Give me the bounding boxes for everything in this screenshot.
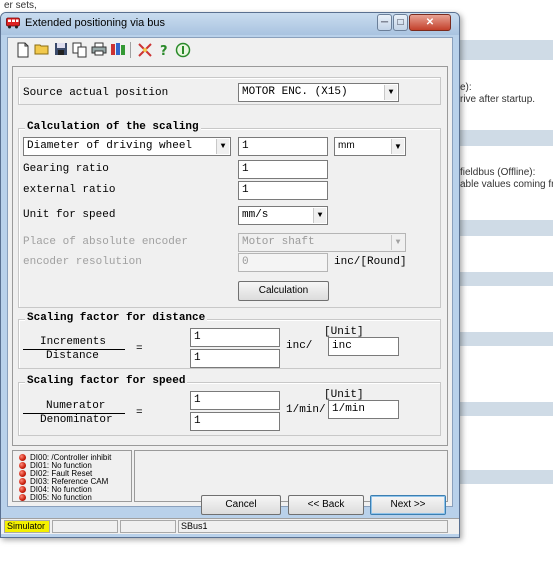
scaling-group-title: Calculation of the scaling xyxy=(25,121,201,133)
svg-text:?: ? xyxy=(160,44,168,58)
gearing-label: Gearing ratio xyxy=(23,163,109,175)
distance-equals: = xyxy=(136,343,143,355)
digital-inputs-panel: DI00: /Controller inhibit DI01: No funct… xyxy=(12,450,132,502)
close-button[interactable]: ✕ xyxy=(409,14,451,31)
distance-unit-prefix: inc/ xyxy=(286,340,313,352)
speed-unit-label: Unit for speed xyxy=(23,209,116,221)
new-document-icon[interactable] xyxy=(14,41,32,59)
speed-denominator-field[interactable]: 1 xyxy=(190,412,280,431)
encoder-res-label: encoder resolution xyxy=(23,256,142,268)
digital-input-label: DI05: No function xyxy=(30,493,92,502)
abs-encoder-value: Motor shaft xyxy=(242,236,315,248)
tools-icon[interactable] xyxy=(136,41,154,59)
status-bar: Simulator SBus1 xyxy=(1,518,459,534)
chevron-down-icon: ▼ xyxy=(216,139,229,154)
speed-denominator-label: Denominator xyxy=(40,414,113,426)
toolbar: ? xyxy=(8,38,452,62)
distance-numerator-label: Increments xyxy=(40,336,107,348)
open-folder-icon[interactable] xyxy=(33,41,51,59)
back-button[interactable]: << Back xyxy=(288,495,364,515)
speed-unit-select[interactable]: mm/s ▼ xyxy=(238,206,328,225)
digital-input-row: DI05: No function xyxy=(19,493,92,502)
background-band xyxy=(455,470,553,484)
distance-denominator-field[interactable]: 1 xyxy=(190,349,280,368)
diameter-select-value: Diameter of driving wheel xyxy=(27,140,193,152)
speed-group-title: Scaling factor for speed xyxy=(25,375,188,387)
chevron-down-icon: ▼ xyxy=(384,85,397,100)
source-select[interactable]: MOTOR ENC. (X15) ▼ xyxy=(238,83,399,102)
chevron-down-icon: ▼ xyxy=(391,139,404,154)
background-band xyxy=(455,220,553,236)
bus-icon xyxy=(6,17,20,29)
help-icon[interactable]: ? xyxy=(155,41,173,59)
abs-encoder-select[interactable]: Motor shaft ▼ xyxy=(238,233,406,252)
red-led-icon xyxy=(19,493,26,501)
simulator-status: Simulator xyxy=(4,520,50,533)
diameter-field[interactable]: 1 xyxy=(238,137,328,156)
external-label: external ratio xyxy=(23,184,116,196)
books-icon[interactable] xyxy=(109,41,127,59)
red-led-icon xyxy=(19,477,26,485)
background-text: e): xyxy=(460,82,472,93)
diameter-unit-select[interactable]: mm ▼ xyxy=(334,137,406,156)
external-field[interactable]: 1 xyxy=(238,181,328,200)
status-cell-empty xyxy=(120,520,176,533)
background-band xyxy=(455,130,553,146)
abs-encoder-label: Place of absolute encoder xyxy=(23,236,189,248)
window-client-area: ? Source actual position MOTOR ENC. (X15… xyxy=(7,37,453,507)
background-band xyxy=(455,402,553,416)
window-title: Extended positioning via bus xyxy=(25,17,166,29)
speed-unit-value: mm/s xyxy=(242,209,269,221)
toolbar-separator xyxy=(130,42,131,58)
distance-unit-field[interactable]: inc xyxy=(328,337,399,356)
background-text: rive after startup. xyxy=(460,94,536,105)
print-icon[interactable] xyxy=(90,41,108,59)
diameter-unit-value: mm xyxy=(338,140,355,151)
calculation-button[interactable]: Calculation xyxy=(238,281,329,301)
chevron-down-icon: ▼ xyxy=(391,235,404,250)
cancel-button[interactable]: Cancel xyxy=(201,495,281,515)
red-led-icon xyxy=(19,453,26,461)
speed-unit-field[interactable]: 1/min xyxy=(328,400,399,419)
encoder-res-unit: inc/[Round] xyxy=(334,256,407,268)
background-band xyxy=(455,272,553,286)
encoder-res-field[interactable]: 0 xyxy=(238,253,328,272)
background-band xyxy=(455,40,553,60)
distance-denominator-label: Distance xyxy=(46,350,99,362)
red-led-icon xyxy=(19,469,26,477)
chevron-down-icon: ▼ xyxy=(313,208,326,223)
source-select-value: MOTOR ENC. (X15) xyxy=(242,86,348,98)
bus-status: SBus1 xyxy=(178,520,448,533)
distance-group-title: Scaling factor for distance xyxy=(25,312,208,324)
info-icon[interactable] xyxy=(174,41,192,59)
speed-equals: = xyxy=(136,407,143,419)
title-bar[interactable]: Extended positioning via bus ─ □ ✕ xyxy=(1,13,459,35)
gearing-field[interactable]: 1 xyxy=(238,160,328,179)
speed-numerator-label: Numerator xyxy=(46,400,106,412)
copy-documents-icon[interactable] xyxy=(71,41,89,59)
scaling-panel: Source actual position MOTOR ENC. (X15) … xyxy=(12,66,448,446)
speed-unit-prefix: 1/min/ xyxy=(286,404,326,416)
status-cell-empty xyxy=(52,520,118,533)
background-text: able values coming fr xyxy=(460,179,553,190)
extended-positioning-window: Extended positioning via bus ─ □ ✕ ? Sou… xyxy=(0,12,460,538)
red-led-icon xyxy=(19,485,26,493)
red-led-icon xyxy=(19,461,26,469)
background-text: fieldbus (Offline): xyxy=(460,167,536,178)
maximize-button[interactable]: □ xyxy=(393,14,408,31)
distance-numerator-field[interactable]: 1 xyxy=(190,328,280,347)
next-button[interactable]: Next >> xyxy=(370,495,446,515)
save-disk-icon[interactable] xyxy=(52,41,70,59)
minimize-button[interactable]: ─ xyxy=(377,14,392,31)
background-text-top: er sets, xyxy=(4,0,37,11)
diameter-select[interactable]: Diameter of driving wheel ▼ xyxy=(23,137,231,156)
source-label: Source actual position xyxy=(23,87,169,99)
background-band xyxy=(455,332,553,346)
speed-numerator-field[interactable]: 1 xyxy=(190,391,280,410)
